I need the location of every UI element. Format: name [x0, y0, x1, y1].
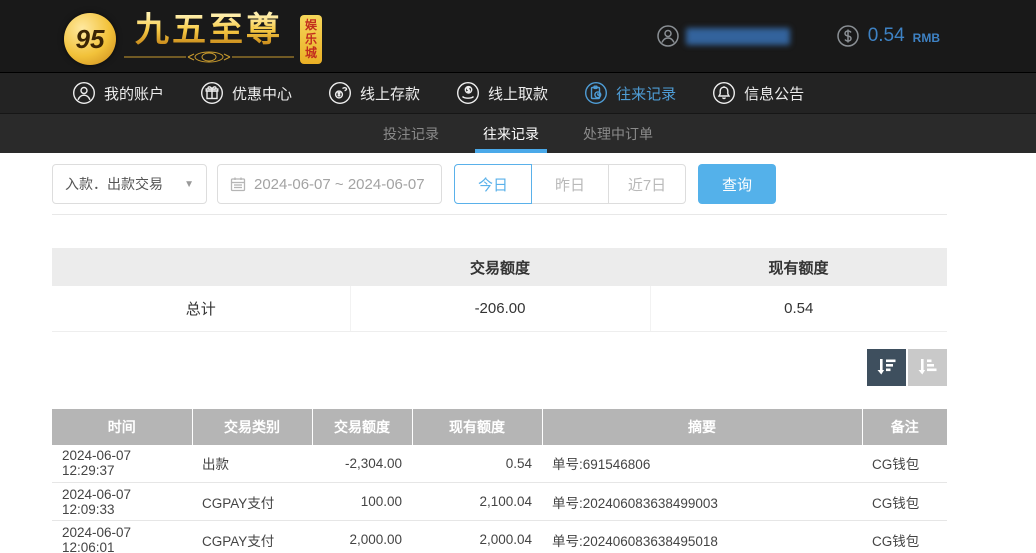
cell-time: 2024-06-07 12:29:37 [52, 445, 192, 483]
col-header-amount: 交易额度 [312, 409, 412, 445]
cell-summary: 单号:202406083638499003 [542, 483, 862, 521]
yesterday-button[interactable]: 昨日 [531, 164, 609, 204]
nav-label: 线上取款 [488, 83, 548, 104]
sort-desc-icon [875, 355, 899, 379]
nav-item-announcements[interactable]: 信息公告 [712, 81, 804, 105]
transaction-type-select[interactable]: 入款．出款交易 ▼ [52, 164, 207, 204]
user-chip[interactable] [656, 24, 790, 48]
sub-tabs: 投注记录 往来记录 处理中订单 [0, 113, 1036, 153]
query-button[interactable]: 查询 [698, 164, 776, 204]
username-redacted [686, 28, 790, 45]
nav-item-my-account[interactable]: 我的账户 [72, 81, 164, 105]
table-row: 2024-06-07 12:06:01 CGPAY支付 2,000.00 2,0… [52, 521, 947, 553]
announcement-icon [712, 81, 736, 105]
balance-currency: RMB [913, 31, 940, 45]
summary-table: 交易额度 现有额度 总计 -206.00 0.54 [52, 248, 947, 332]
cell-type: CGPAY支付 [192, 521, 312, 553]
last7days-button[interactable]: 近7日 [608, 164, 686, 204]
cell-amount: 2,000.00 [312, 521, 412, 553]
col-header-type: 交易类别 [192, 409, 312, 445]
date-range-input[interactable]: 2024-06-07 ~ 2024-06-07 [217, 164, 442, 204]
sort-descending-button[interactable] [867, 349, 906, 386]
nav-label: 线上存款 [360, 83, 420, 104]
cell-time: 2024-06-07 12:09:33 [52, 483, 192, 521]
promo-icon [200, 81, 224, 105]
cell-type: 出款 [192, 445, 312, 483]
cell-amount: 100.00 [312, 483, 412, 521]
logo-95-icon: 95 [64, 13, 116, 65]
col-header-balance: 现有额度 [412, 409, 542, 445]
cell-balance: 0.54 [412, 445, 542, 483]
user-icon [656, 24, 680, 48]
nav-item-withdraw[interactable]: 线上取款 [456, 81, 548, 105]
cell-note: CG钱包 [862, 483, 947, 521]
cell-note: CG钱包 [862, 521, 947, 553]
table-row: 2024-06-07 12:29:37 出款 -2,304.00 0.54 单号… [52, 445, 947, 483]
summary-header-transaction-amount: 交易额度 [350, 248, 650, 286]
summary-total-label: 总计 [52, 286, 350, 331]
balance-amount: 0.54 [868, 25, 905, 47]
sort-controls [52, 349, 947, 386]
tab-transaction-records[interactable]: 往来记录 [475, 114, 547, 153]
transaction-type-value: 入款．出款交易 [65, 174, 163, 194]
money-icon [836, 24, 860, 48]
cell-summary: 单号:691546806 [542, 445, 862, 483]
nav-label: 我的账户 [104, 83, 164, 104]
cell-type: CGPAY支付 [192, 483, 312, 521]
nav-label: 优惠中心 [232, 83, 292, 104]
summary-header-current-balance: 现有额度 [650, 248, 947, 286]
top-header: 95 九五至尊 娱 乐 城 [0, 0, 1036, 72]
col-header-summary: 摘要 [542, 409, 862, 445]
cell-note: CG钱包 [862, 445, 947, 483]
today-button[interactable]: 今日 [454, 164, 532, 204]
nav-item-transaction-records[interactable]: 往来记录 [584, 81, 676, 105]
tab-processing-orders[interactable]: 处理中订单 [575, 114, 661, 153]
balance-display[interactable]: 0.54 RMB [836, 24, 940, 48]
cell-summary: 单号:202406083638495018 [542, 521, 862, 553]
filter-divider [52, 214, 947, 215]
cell-amount: -2,304.00 [312, 445, 412, 483]
logo-badge: 娱 乐 城 [300, 15, 322, 64]
deposit-icon [328, 81, 352, 105]
withdraw-icon [456, 81, 480, 105]
tab-bet-records[interactable]: 投注记录 [375, 114, 447, 153]
col-header-time: 时间 [52, 409, 192, 445]
sort-asc-icon [916, 355, 940, 379]
summary-header-empty [52, 248, 350, 286]
calendar-icon [230, 176, 246, 192]
records-header-row: 时间 交易类别 交易额度 现有额度 摘要 备注 [52, 409, 947, 445]
cell-balance: 2,100.04 [412, 483, 542, 521]
records-table: 时间 交易类别 交易额度 现有额度 摘要 备注 2024-06-07 12:29… [52, 409, 947, 553]
records-icon [584, 81, 608, 105]
nav-label: 往来记录 [616, 83, 676, 104]
content-area: 入款．出款交易 ▼ 2024-06-07 ~ 2024-06-07 今日 昨日 … [52, 164, 947, 553]
quick-date-group: 今日 昨日 近7日 [454, 164, 686, 204]
summary-total-current-balance: 0.54 [650, 286, 947, 331]
summary-header-row: 交易额度 现有额度 [52, 248, 947, 286]
nav-label: 信息公告 [744, 83, 804, 104]
site-logo[interactable]: 95 九五至尊 娱 乐 城 [64, 7, 322, 65]
logo-title: 九五至尊 [135, 11, 283, 49]
account-icon [72, 81, 96, 105]
logo-flourish-icon [124, 51, 294, 63]
summary-total-transaction-amount: -206.00 [350, 286, 650, 331]
table-row: 2024-06-07 12:09:33 CGPAY支付 100.00 2,100… [52, 483, 947, 521]
cell-time: 2024-06-07 12:06:01 [52, 521, 192, 553]
sort-ascending-button[interactable] [908, 349, 947, 386]
nav-item-promotions[interactable]: 优惠中心 [200, 81, 292, 105]
chevron-down-icon: ▼ [184, 179, 194, 190]
summary-total-row: 总计 -206.00 0.54 [52, 286, 947, 331]
main-nav: 我的账户 优惠中心 线上存款 线上取款 往来记录 [0, 72, 1036, 113]
nav-item-deposit[interactable]: 线上存款 [328, 81, 420, 105]
col-header-note: 备注 [862, 409, 947, 445]
filter-row: 入款．出款交易 ▼ 2024-06-07 ~ 2024-06-07 今日 昨日 … [52, 164, 947, 204]
cell-balance: 2,000.04 [412, 521, 542, 553]
date-range-value: 2024-06-07 ~ 2024-06-07 [254, 176, 425, 193]
